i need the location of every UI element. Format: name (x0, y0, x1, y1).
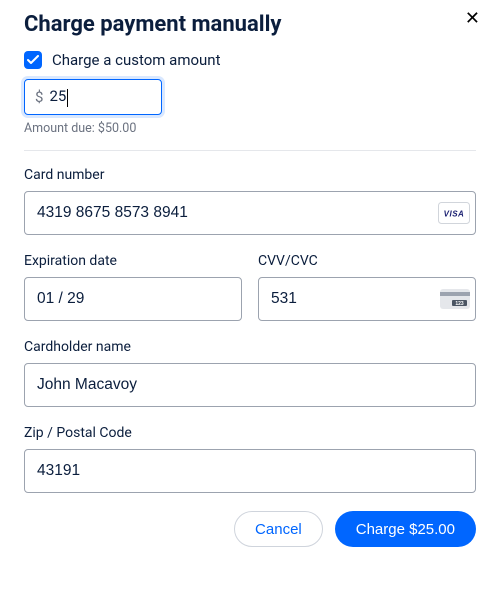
custom-amount-checkbox[interactable] (24, 51, 42, 69)
zip-input[interactable] (24, 449, 476, 493)
dialog-title: Charge payment manually (24, 12, 281, 37)
cvc-hint-icon: 123 (440, 289, 470, 309)
cardholder-name-label: Cardholder name (24, 339, 476, 355)
svg-text:VISA: VISA (444, 210, 465, 219)
cardholder-name-input[interactable] (24, 363, 476, 407)
check-icon (27, 55, 39, 65)
svg-text:123: 123 (455, 301, 464, 307)
custom-amount-input-wrap[interactable]: $ 25 (24, 79, 162, 115)
custom-amount-label: Charge a custom amount (52, 51, 221, 69)
card-number-label: Card number (24, 167, 476, 183)
cancel-button[interactable]: Cancel (234, 511, 323, 547)
cvv-label: CVV/CVC (258, 253, 476, 269)
currency-symbol: $ (35, 88, 43, 106)
expiration-label: Expiration date (24, 253, 242, 269)
amount-due-text: Amount due: $50.00 (24, 121, 476, 136)
visa-icon: VISA (438, 202, 470, 224)
zip-label: Zip / Postal Code (24, 425, 476, 441)
divider (24, 150, 476, 151)
charge-button[interactable]: Charge $25.00 (335, 511, 476, 547)
close-icon[interactable]: ✕ (463, 8, 482, 30)
custom-amount-input[interactable]: 25 (49, 87, 151, 106)
card-number-input[interactable] (24, 191, 476, 235)
expiration-input[interactable] (24, 277, 242, 321)
